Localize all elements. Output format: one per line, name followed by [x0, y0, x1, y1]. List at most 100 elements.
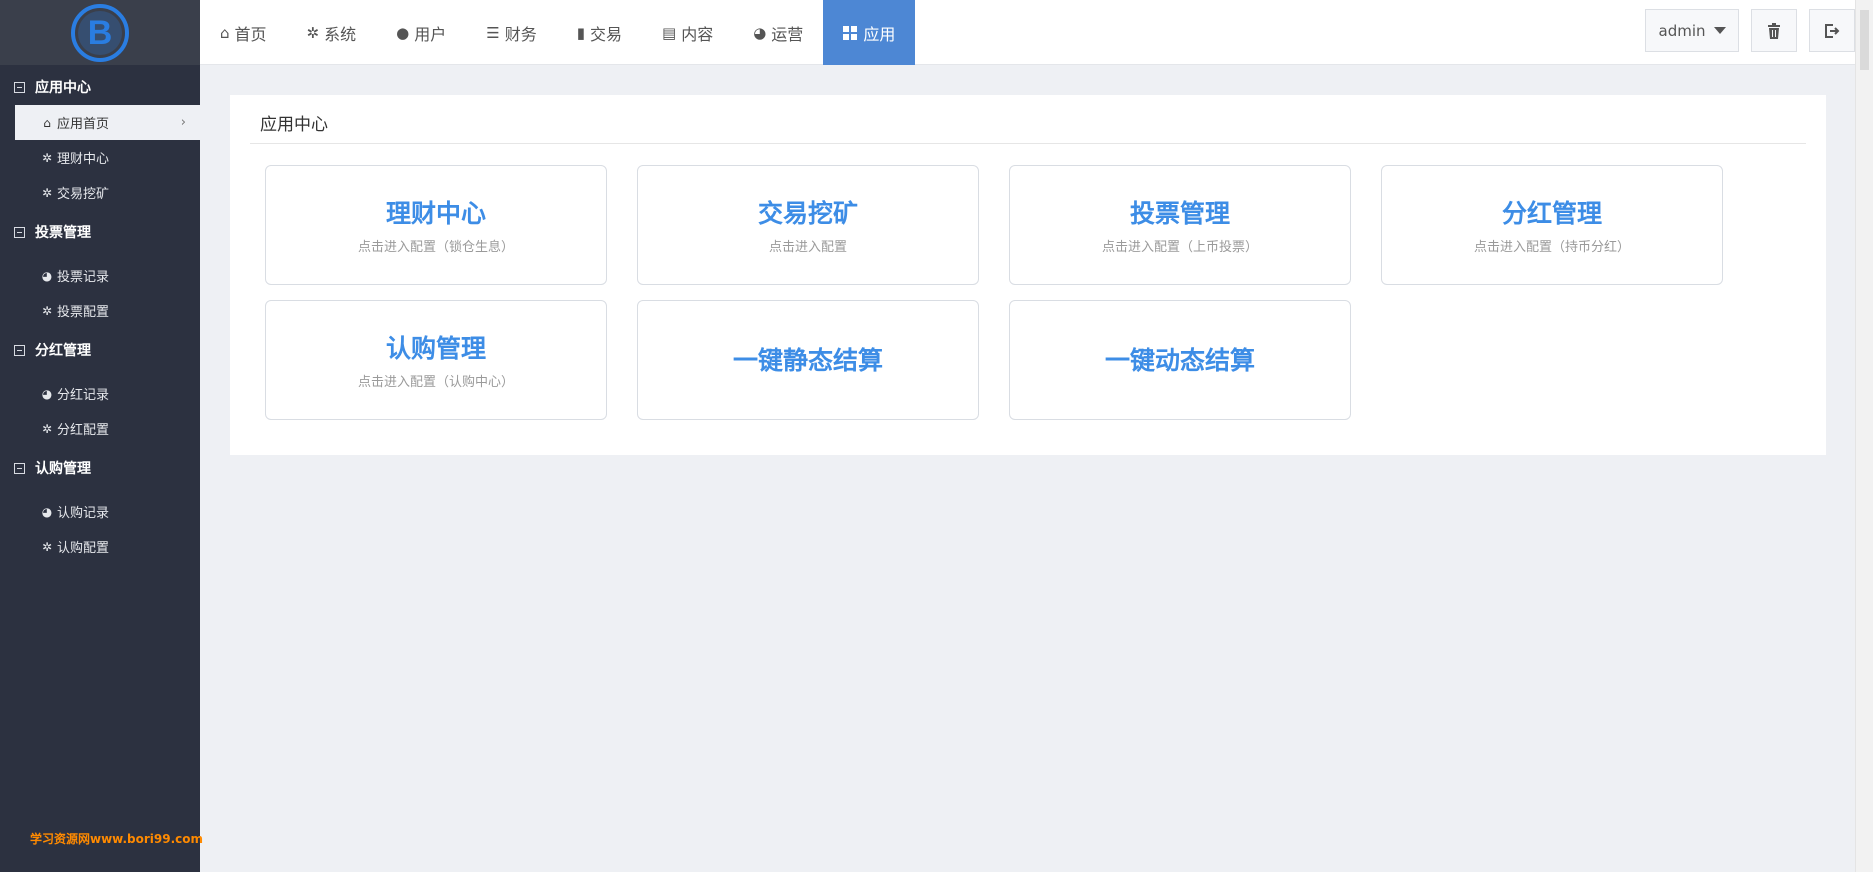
- gear-icon: ✲: [41, 303, 53, 318]
- sidebar-item-label: 理财中心: [57, 152, 110, 167]
- header-tools: admin: [1645, 9, 1855, 52]
- card-title: 交易挖矿: [757, 199, 858, 228]
- bar-chart-icon: ▮: [576, 23, 585, 42]
- collapse-icon: [14, 226, 25, 238]
- nav-tab-label: 交易: [589, 24, 622, 44]
- card-subtitle: 点击进入配置（锁仓生息）: [357, 240, 514, 255]
- collapse-icon: [14, 462, 25, 474]
- gear-icon: ✲: [41, 539, 53, 554]
- nav-tab-label: 内容: [681, 24, 714, 44]
- sidebar-item-label: 分红记录: [57, 388, 110, 403]
- sidebar-item-label: 应用首页: [57, 117, 110, 132]
- nav-tab-content[interactable]: ▤ 内容: [642, 0, 733, 65]
- divider: [250, 143, 1806, 144]
- sidebar-group-label: 分红管理: [35, 343, 91, 359]
- sidebar-group-label: 认购管理: [35, 461, 91, 477]
- sidebar-item-label: 认购配置: [57, 541, 110, 556]
- sidebar-item-label: 分红配置: [57, 423, 110, 438]
- sidebar-item-label: 交易挖矿: [57, 187, 110, 202]
- gear-icon: ✲: [41, 150, 53, 165]
- card-subtitle: 点击进入配置（持币分红）: [1473, 240, 1630, 255]
- logout-button[interactable]: [1809, 9, 1855, 52]
- globe-icon: ◕: [41, 268, 53, 283]
- top-navbar: ⌂ 首页 ✲ 系统 ● 用户 ☰ 财务 ▮ 交易 ▤ 内容 ◕ 运营 应用 ad…: [200, 0, 1873, 65]
- card-subtitle: 点击进入配置: [768, 240, 847, 255]
- nav-tab-label: 用户: [414, 24, 447, 44]
- sidebar-group-vote: 投票管理 ◕ 投票记录 ✲ 投票配置: [0, 214, 200, 328]
- card-title: 理财中心: [385, 199, 486, 228]
- card-static-settlement[interactable]: 一键静态结算: [637, 300, 979, 420]
- sidebar-group-header[interactable]: 投票管理: [0, 214, 200, 250]
- clear-cache-button[interactable]: [1751, 9, 1797, 52]
- nav-tab-label: 运营: [771, 24, 804, 44]
- card-dynamic-settlement[interactable]: 一键动态结算: [1009, 300, 1351, 420]
- nav-tab-label: 首页: [234, 24, 267, 44]
- sidebar-item-vote-config[interactable]: ✲ 投票配置: [0, 293, 200, 328]
- sidebar-group-label: 应用中心: [35, 80, 91, 96]
- sidebar-item-dividend-config[interactable]: ✲ 分红配置: [0, 411, 200, 446]
- card-title: 一键动态结算: [1104, 346, 1255, 375]
- card-vote-management[interactable]: 投票管理 点击进入配置（上币投票）: [1009, 165, 1351, 285]
- nav-tab-label: 系统: [324, 24, 357, 44]
- collapse-icon: [14, 344, 25, 356]
- sidebar-group-app-center: 应用中心 ⌂ 应用首页 › ✲ 理财中心 ✲ 交易挖矿: [0, 69, 200, 210]
- logout-icon: [1825, 23, 1840, 38]
- user-menu-button[interactable]: admin: [1645, 9, 1739, 52]
- sidebar-item-dividend-records[interactable]: ◕ 分红记录: [0, 376, 200, 411]
- user-icon: ●: [396, 23, 410, 42]
- chevron-right-icon: ›: [180, 115, 186, 130]
- nav-tab-label: 财务: [504, 24, 537, 44]
- sidebar-item-vote-records[interactable]: ◕ 投票记录: [0, 258, 200, 293]
- sidebar-group-header[interactable]: 认购管理: [0, 450, 200, 486]
- card-title: 一键静态结算: [732, 346, 883, 375]
- grid-icon: [843, 25, 858, 40]
- card-subtitle: 点击进入配置（上币投票）: [1101, 240, 1258, 255]
- sidebar-group-subscription: 认购管理 ◕ 认购记录 ✲ 认购配置: [0, 450, 200, 564]
- scrollbar-thumb[interactable]: [1860, 10, 1869, 70]
- nav-tab-finance[interactable]: ☰ 财务: [466, 0, 556, 65]
- gear-icon: ✲: [306, 23, 320, 42]
- logo-area: B: [0, 0, 200, 65]
- list-icon: ☰: [486, 23, 500, 42]
- sidebar-item-app-home[interactable]: ⌂ 应用首页 ›: [15, 105, 200, 140]
- card-title: 分红管理: [1501, 199, 1602, 228]
- logo-icon[interactable]: B: [70, 3, 130, 63]
- nav-tab-users[interactable]: ● 用户: [376, 0, 466, 65]
- sidebar-item-finance-center[interactable]: ✲ 理财中心: [0, 140, 200, 175]
- globe-icon: ◕: [41, 386, 53, 401]
- nav-tab-trade[interactable]: ▮ 交易: [557, 0, 642, 65]
- card-finance-center[interactable]: 理财中心 点击进入配置（锁仓生息）: [265, 165, 607, 285]
- nav-tab-label: 应用: [863, 24, 896, 44]
- nav-tab-apps[interactable]: 应用: [823, 0, 916, 65]
- caret-down-icon: [1713, 27, 1726, 34]
- sidebar-item-subscription-records[interactable]: ◕ 认购记录: [0, 494, 200, 529]
- sidebar-group-dividend: 分红管理 ◕ 分红记录 ✲ 分红配置: [0, 332, 200, 446]
- sidebar-group-header[interactable]: 分红管理: [0, 332, 200, 368]
- card-subscription-management[interactable]: 认购管理 点击进入配置（认购中心）: [265, 300, 607, 420]
- globe-icon: ◕: [41, 504, 53, 519]
- nav-tab-system[interactable]: ✲ 系统: [287, 0, 377, 65]
- panel-title: 应用中心: [260, 115, 328, 135]
- card-dividend-management[interactable]: 分红管理 点击进入配置（持币分红）: [1381, 165, 1723, 285]
- home-icon: ⌂: [220, 23, 230, 42]
- app-center-panel: 应用中心 理财中心 点击进入配置（锁仓生息） 交易挖矿 点击进入配置 投票管理 …: [230, 95, 1826, 455]
- sidebar-item-subscription-config[interactable]: ✲ 认购配置: [0, 529, 200, 564]
- card-title: 认购管理: [385, 334, 486, 363]
- vertical-scrollbar[interactable]: [1855, 0, 1873, 872]
- sidebar-item-trade-mining[interactable]: ✲ 交易挖矿: [0, 175, 200, 210]
- sidebar-group-header[interactable]: 应用中心: [0, 69, 200, 105]
- svg-text:B: B: [88, 14, 113, 52]
- username-label: admin: [1658, 21, 1706, 40]
- nav-tab-operations[interactable]: ◕ 运营: [733, 0, 823, 65]
- sidebar-item-label: 投票配置: [57, 305, 110, 320]
- gear-icon: ✲: [41, 421, 53, 436]
- sidebar-item-label: 投票记录: [57, 270, 110, 285]
- card-trade-mining[interactable]: 交易挖矿 点击进入配置: [637, 165, 979, 285]
- sidebar: B 应用中心 ⌂ 应用首页 › ✲ 理财中心 ✲ 交易挖矿 投票管理 ◕ 投票记…: [0, 0, 203, 872]
- globe-icon: ◕: [753, 23, 767, 42]
- document-icon: ▤: [662, 23, 677, 42]
- collapse-icon: [14, 81, 25, 93]
- card-subtitle: 点击进入配置（认购中心）: [357, 375, 514, 390]
- trash-icon: [1768, 22, 1780, 39]
- nav-tab-home[interactable]: ⌂ 首页: [200, 0, 287, 65]
